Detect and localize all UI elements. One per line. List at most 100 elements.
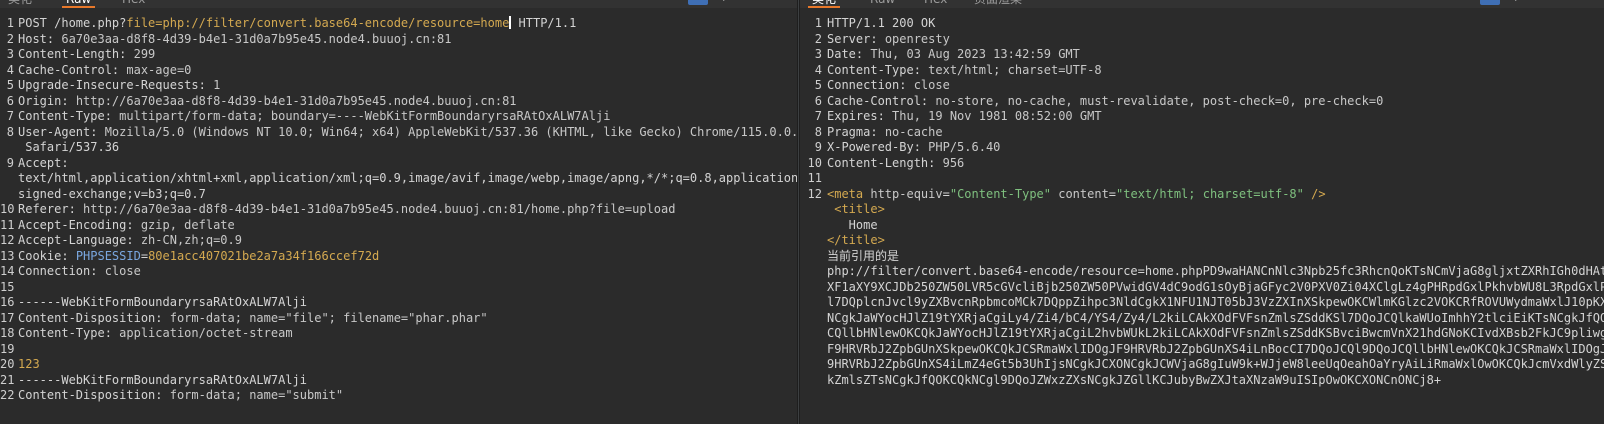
wrapped-line: text/html,application/xhtml+xml,applicat… bbox=[18, 171, 797, 185]
html-tag: /> bbox=[1303, 186, 1326, 201]
header-colon: : bbox=[870, 124, 885, 139]
response-body-text: l7DQplcnJvcl9yZXBvcnRpbmcoMCk7DQppZihpc3… bbox=[827, 295, 1604, 309]
code-line: 11 Accept-Encoding: gzip, deflate bbox=[0, 218, 797, 234]
line-content: Cache-Control: no-store, no-cache, must-… bbox=[827, 94, 1383, 110]
header-name: Accept bbox=[18, 155, 62, 170]
header-value: application/octet-stream bbox=[119, 326, 293, 340]
header-name: Date bbox=[827, 47, 856, 61]
line-number: 19 bbox=[0, 341, 15, 356]
code-line: 3 Content-Length: 299 bbox=[0, 47, 797, 63]
wrapped-line: signed-exchange;v=b3;q=0.7 bbox=[18, 186, 206, 201]
header-name: Content-Type bbox=[18, 109, 105, 123]
code-line: 14 Connection: close bbox=[0, 264, 797, 280]
http-repeater-window: 美化 Raw Hex ⇥ \n ≡ 1POST /home.php?file=p… bbox=[0, 0, 1604, 424]
code-line: 12 <meta http-equiv="Content-Type" conten… bbox=[800, 187, 1604, 203]
header-colon: : bbox=[928, 155, 943, 170]
header-name: Expires bbox=[827, 109, 878, 123]
cookie-name: PHPSESSID bbox=[75, 248, 141, 263]
line-content: Expires: Thu, 19 Nov 1981 08:52:00 GMT bbox=[827, 109, 1102, 125]
line-content: Accept: bbox=[18, 156, 76, 172]
header-colon: : bbox=[61, 248, 76, 263]
code-line: 1 HTTP/1.1 200 OK bbox=[800, 16, 1604, 32]
header-colon: : bbox=[198, 78, 214, 92]
code-line: 21 ------WebKitFormBoundaryrsaRAtOxALW7Al… bbox=[0, 373, 797, 389]
request-tab-bar: 美化 Raw Hex ⇥ \n ≡ bbox=[0, 0, 797, 8]
response-body-text: CQllbHNlewOKCQkJaWYocHJlZ19tYXRjaCgiL2hv… bbox=[827, 326, 1604, 340]
response-tab-hex[interactable]: Hex bbox=[924, 0, 947, 8]
header-colon: : bbox=[913, 140, 929, 154]
header-name: Origin bbox=[18, 93, 62, 108]
line-content: Content-Type: application/octet-stream bbox=[18, 326, 293, 342]
header-colon: : bbox=[877, 109, 893, 123]
header-name: X-Powered-By bbox=[827, 140, 914, 154]
header-colon: : bbox=[68, 202, 84, 216]
response-body-text: NCgkJaWYocHJlZ19tYXRjaCgiLy4/Zi4/bC4/YS4… bbox=[827, 310, 1604, 325]
header-colon: : bbox=[155, 388, 170, 402]
line-number: 2 bbox=[814, 31, 822, 46]
header-colon: : bbox=[855, 47, 871, 61]
line-content: Cookie: PHPSESSID=80e1acc407021be2a7a34f… bbox=[18, 249, 379, 265]
line-number: 15 bbox=[0, 279, 15, 294]
header-name: Connection bbox=[18, 264, 91, 278]
response-body-text: XF1aXY9XCJDb250ZW50LVR5cGVcliBjb250ZW50P… bbox=[827, 279, 1604, 294]
header-colon: : bbox=[90, 124, 105, 139]
wrap-toggle-icon[interactable]: ⇥ bbox=[1480, 0, 1500, 5]
code-line: 13 Cookie: PHPSESSID=80e1acc407021be2a7a3… bbox=[0, 249, 797, 265]
code-line: 6 Cache-Control: no-store, no-cache, must… bbox=[800, 94, 1604, 110]
line-content: User-Agent: Mozilla/5.0 (Windows NT 10.0… bbox=[18, 125, 797, 141]
line-number: 22 bbox=[0, 388, 15, 402]
code-line: 2 Server: openresty bbox=[800, 32, 1604, 48]
header-value: Thu, 03 Aug 2023 13:42:59 GMT bbox=[870, 47, 1080, 61]
request-tab-raw[interactable]: Raw bbox=[61, 0, 96, 8]
line-number: 8 bbox=[6, 124, 14, 139]
code-line: 2 Host: 6a70e3aa-d8f8-4d39-b4e1-31d0a7b95… bbox=[0, 32, 797, 48]
html-tag: </title> bbox=[827, 233, 885, 247]
header-value: close bbox=[913, 78, 950, 92]
line-content: Cache-Control: max-age=0 bbox=[18, 63, 191, 79]
line-content: Referer: http://6a70e3aa-d8f8-4d39-b4e1-… bbox=[18, 202, 675, 218]
code-line: 9 Accept: bbox=[0, 156, 797, 172]
header-value: http://6a70e3aa-d8f8-4d39-b4e1-31d0a7b95… bbox=[83, 202, 676, 216]
request-tab-pretty[interactable]: 美化 bbox=[8, 0, 32, 8]
header-name: Content-Length bbox=[18, 47, 120, 61]
code-line: 15 bbox=[0, 280, 797, 296]
header-value: text/html; charset=UTF-8 bbox=[928, 62, 1102, 77]
header-value: openresty bbox=[884, 31, 950, 46]
response-tab-pretty[interactable]: 美化 bbox=[807, 0, 841, 8]
line-content: Pragma: no-cache bbox=[827, 125, 943, 141]
code-line: 1 POST /home.php?file=php://filter/conver… bbox=[0, 16, 797, 32]
request-tab-hex[interactable]: Hex bbox=[122, 0, 145, 8]
code-line: 3 Date: Thu, 03 Aug 2023 13:42:59 GMT bbox=[800, 47, 1604, 63]
header-name: Content-Type bbox=[18, 326, 105, 340]
header-colon: : bbox=[119, 47, 134, 61]
response-tab-render[interactable]: 页面渲染 bbox=[974, 0, 1022, 8]
line-content: 123 bbox=[18, 357, 40, 373]
newline-icon[interactable]: \n bbox=[718, 0, 734, 5]
body-value: 123 bbox=[18, 357, 40, 371]
header-value: PHP/5.6.40 bbox=[928, 140, 1001, 154]
cookie-value: 80e1acc407021be2a7a34f166ccef72d bbox=[148, 248, 380, 263]
header-colon: : bbox=[920, 93, 936, 108]
newline-icon[interactable]: \n bbox=[1510, 0, 1526, 5]
wrap-toggle-icon[interactable]: ⇥ bbox=[688, 0, 708, 5]
line-number: 12 bbox=[0, 233, 15, 247]
line-number: 7 bbox=[814, 109, 822, 123]
line-content: Content-Disposition: form-data; name="fi… bbox=[18, 311, 488, 327]
code-line: 10 Content-Length: 956 bbox=[800, 156, 1604, 172]
header-value: Thu, 19 Nov 1981 08:52:00 GMT bbox=[892, 109, 1102, 123]
line-number: 10 bbox=[807, 155, 822, 170]
header-name: Content-Length bbox=[827, 155, 929, 170]
html-tag: <meta bbox=[827, 186, 871, 201]
code-line: 11 bbox=[800, 171, 1604, 187]
line-content: Content-Length: 299 bbox=[18, 47, 155, 63]
menu-icon[interactable]: ≡ bbox=[750, 0, 764, 5]
header-value: max-age=0 bbox=[126, 62, 192, 77]
request-editor[interactable]: 1 POST /home.php?file=php://filter/conver… bbox=[0, 16, 797, 424]
response-tab-raw[interactable]: Raw bbox=[870, 0, 895, 8]
header-value: no-cache bbox=[884, 124, 943, 139]
header-name: Host bbox=[18, 31, 47, 46]
html-eq: = bbox=[1108, 186, 1117, 201]
line-number: 14 bbox=[0, 264, 15, 278]
response-editor[interactable]: 1 HTTP/1.1 200 OK 2 Server: openresty 3 Date:… bbox=[800, 16, 1604, 424]
menu-icon[interactable]: ≡ bbox=[1542, 0, 1556, 5]
